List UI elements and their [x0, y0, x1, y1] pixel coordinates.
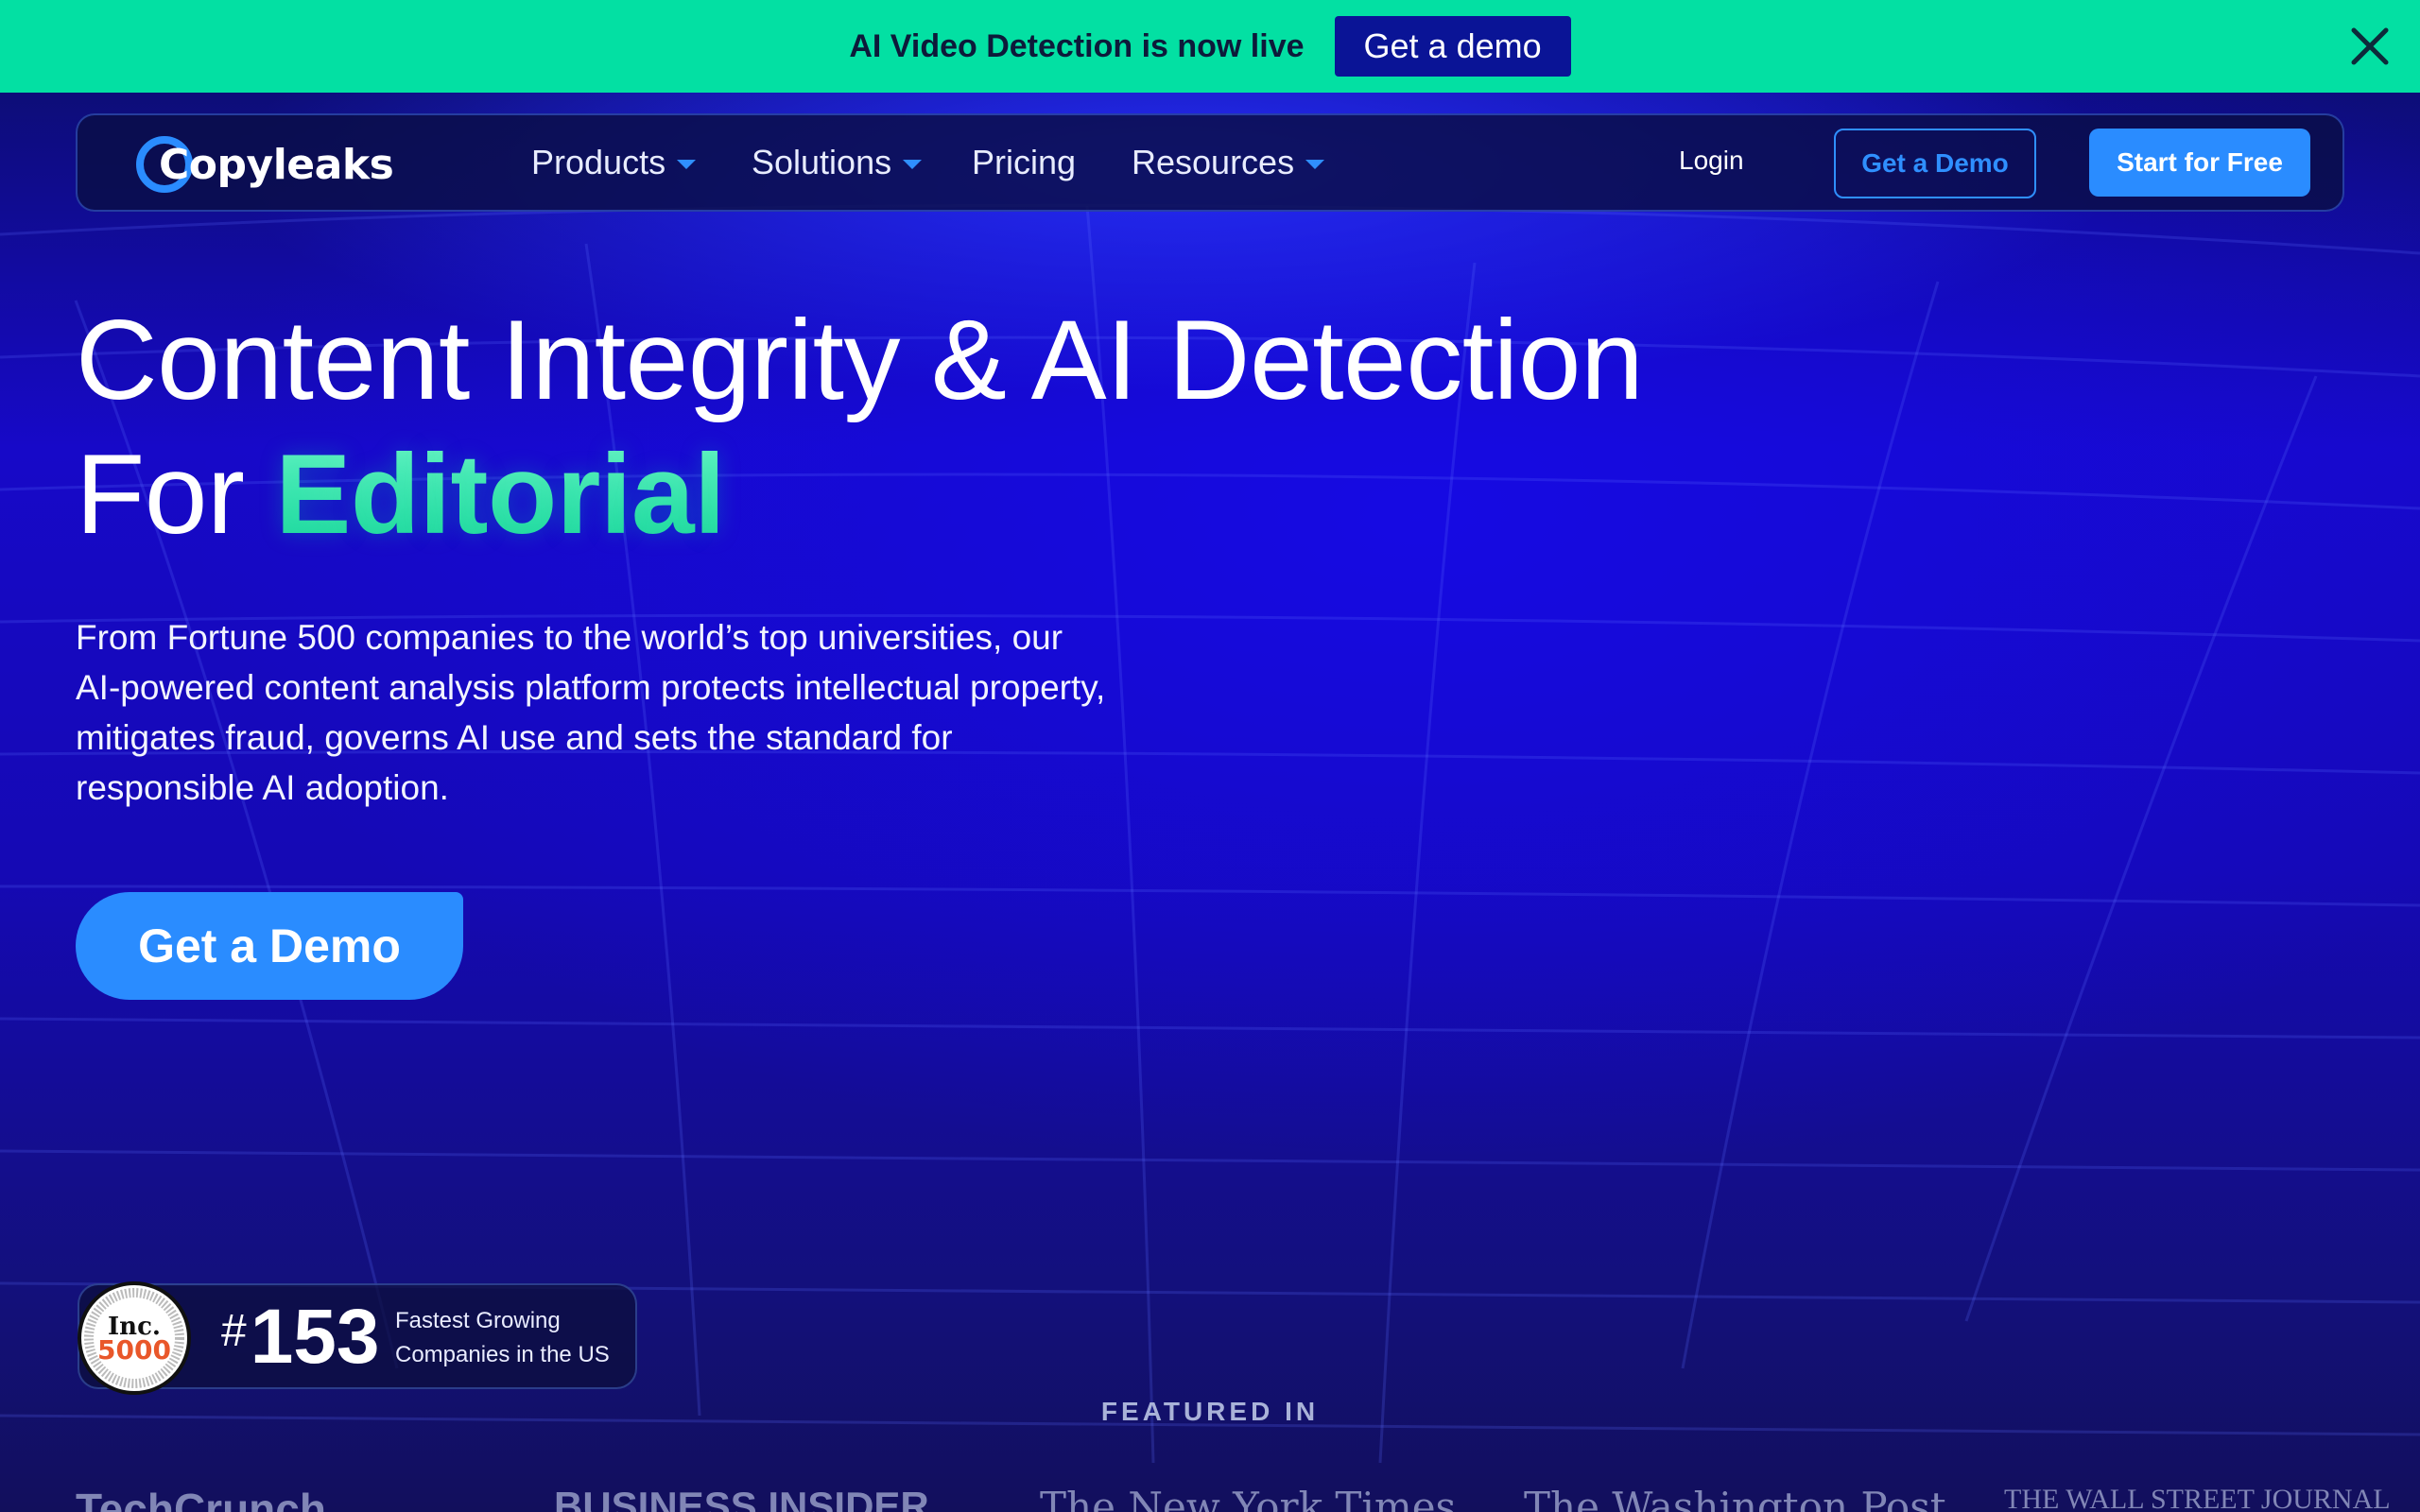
- nav-pricing[interactable]: Pricing: [972, 140, 1076, 185]
- seal-number-text: 5000: [97, 1334, 171, 1366]
- nav-products[interactable]: Products: [531, 140, 697, 185]
- badge-hash: #: [221, 1306, 247, 1356]
- chevron-down-icon: [677, 160, 697, 169]
- wsj-logo: THE WALL STREET JOURNAL: [2004, 1484, 2391, 1512]
- chevron-down-icon: [1305, 160, 1325, 169]
- hero-headline: Content Integrity & AI Detection For Edi…: [76, 293, 1644, 561]
- main-navbar: Copyleaks Products Solutions Pricing Res…: [76, 113, 2344, 212]
- hero-get-demo-button[interactable]: Get a Demo: [76, 892, 463, 1000]
- start-free-button[interactable]: Start for Free: [2089, 129, 2310, 197]
- inc5000-seal-icon: Inc. 5000: [78, 1281, 191, 1395]
- nav-solutions[interactable]: Solutions: [752, 140, 923, 185]
- techcrunch-logo: TechCrunch: [76, 1485, 326, 1512]
- inc5000-badge: Inc. 5000 #153 Fastest Growing Companies…: [78, 1281, 637, 1395]
- press-logos-row: TechCrunch BUSINESS INSIDER The New York…: [0, 1484, 2420, 1512]
- announcement-text: AI Video Detection is now live: [849, 27, 1305, 64]
- washington-post-logo: The Washington Post: [1524, 1484, 1946, 1512]
- hero-subcopy: From Fortune 500 companies to the world’…: [76, 618, 1106, 807]
- nav-resources-label: Resources: [1132, 143, 1295, 181]
- copyleaks-logo[interactable]: Copyleaks: [134, 132, 394, 197]
- badge-description: Fastest Growing Companies in the US: [395, 1304, 610, 1372]
- nav-get-demo-button[interactable]: Get a Demo: [1834, 129, 2036, 198]
- featured-in-title: FEATURED IN: [1100, 1397, 1320, 1426]
- nav-pricing-label: Pricing: [972, 143, 1077, 181]
- badge-rank: #153: [221, 1293, 380, 1382]
- headline-accent: Editorial: [275, 431, 725, 558]
- headline-prefix: For: [76, 431, 245, 558]
- badge-line2: Companies in the US: [395, 1342, 610, 1367]
- close-icon[interactable]: [2346, 23, 2394, 70]
- nav-resources[interactable]: Resources: [1132, 140, 1325, 185]
- announcement-bar: AI Video Detection is now live Get a dem…: [0, 0, 2420, 93]
- nav-solutions-label: Solutions: [752, 143, 892, 181]
- business-insider-logo: BUSINESS INSIDER: [554, 1484, 929, 1512]
- nyt-logo: The New York Times: [1040, 1484, 1457, 1512]
- badge-rank-number: 153: [250, 1294, 380, 1380]
- nav-products-label: Products: [531, 143, 666, 181]
- login-link[interactable]: Login: [1679, 146, 1744, 176]
- chevron-down-icon: [903, 160, 923, 169]
- badge-line1: Fastest Growing: [395, 1308, 561, 1333]
- headline-line1: Content Integrity & AI Detection: [76, 297, 1644, 423]
- logo-text: Copyleaks: [159, 140, 394, 189]
- announcement-demo-button[interactable]: Get a demo: [1334, 16, 1571, 77]
